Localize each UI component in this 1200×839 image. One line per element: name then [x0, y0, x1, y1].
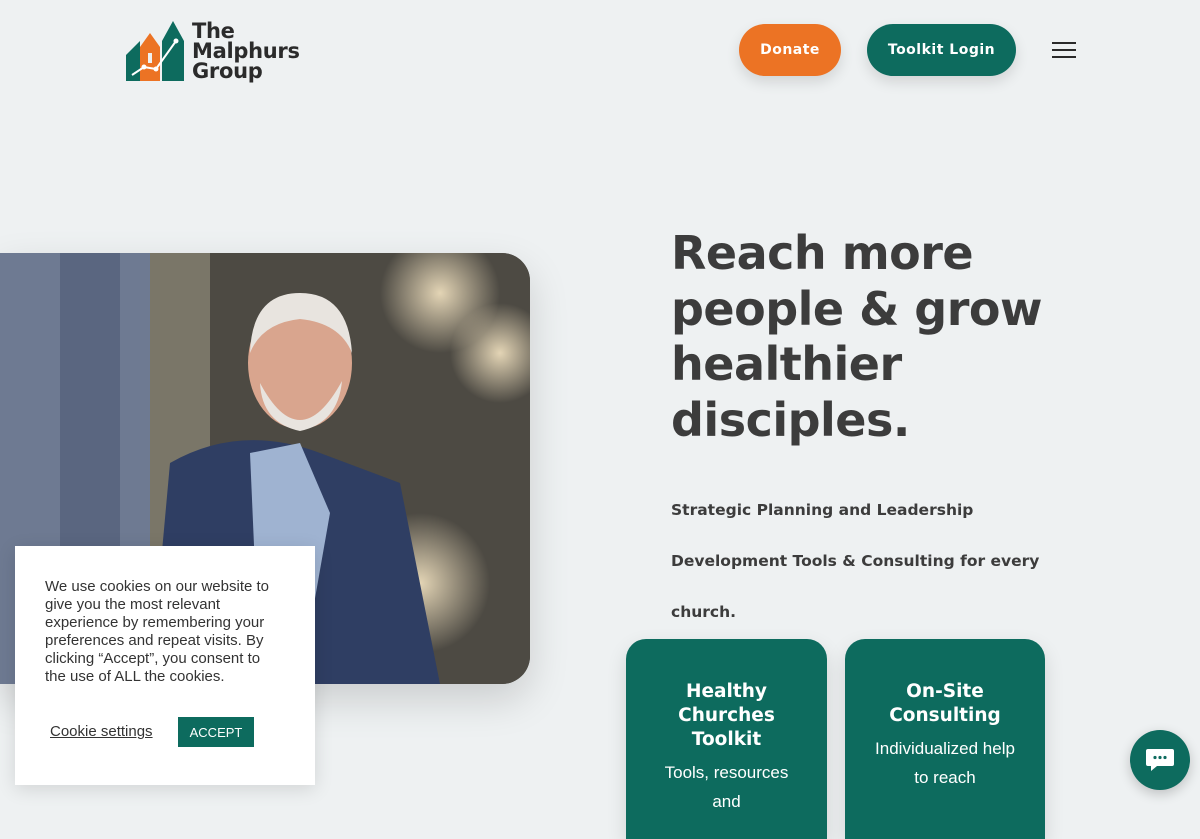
- card-title: On-Site Consulting: [889, 681, 1001, 726]
- cookie-banner: We use cookies on our website to give yo…: [15, 546, 315, 785]
- chat-bubble-icon: [1146, 749, 1174, 771]
- card-description: Tools, resources and: [664, 763, 789, 811]
- toolkit-login-button[interactable]: Toolkit Login: [867, 24, 1016, 76]
- chat-button[interactable]: [1130, 730, 1190, 790]
- card-description: Individualized help to reach: [875, 739, 1015, 787]
- cookie-text: We use cookies on our website to give yo…: [45, 578, 270, 685]
- card-on-site-consulting[interactable]: On-Site Consulting Individualized help t…: [845, 639, 1045, 839]
- logo-text: The Malphurs Group: [192, 19, 300, 83]
- donate-button[interactable]: Donate: [739, 24, 841, 76]
- site-logo[interactable]: The Malphurs Group: [126, 18, 316, 84]
- logo-mark-icon: [126, 21, 184, 81]
- hero-headline: Reach more people & grow healthier disci…: [671, 226, 1042, 447]
- card-title: Healthy Churches Toolkit: [678, 681, 775, 750]
- cookie-settings-link[interactable]: Cookie settings: [50, 723, 153, 740]
- hero-subline: Strategic Planning and Leadership Develo…: [671, 501, 1040, 621]
- cookie-accept-button[interactable]: ACCEPT: [178, 717, 254, 747]
- card-healthy-churches-toolkit[interactable]: Healthy Churches Toolkit Tools, resource…: [626, 639, 827, 839]
- hamburger-menu-icon[interactable]: [1052, 42, 1076, 60]
